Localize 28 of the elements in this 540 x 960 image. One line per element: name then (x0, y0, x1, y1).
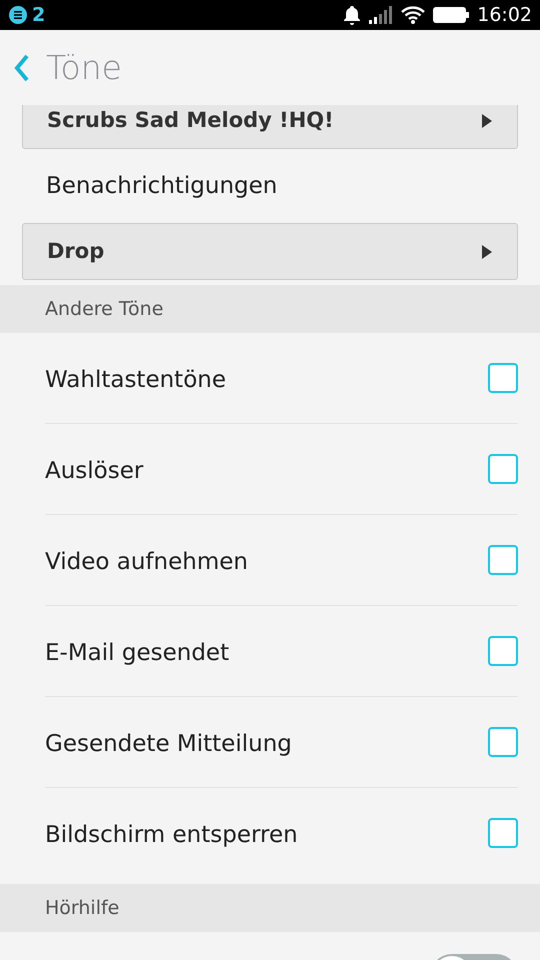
page-title: Töne (46, 46, 122, 89)
back-icon[interactable] (14, 52, 30, 82)
bell-icon (343, 5, 362, 25)
signal-icon (369, 6, 394, 24)
setting-label: Bildschirm entsperren (45, 821, 298, 850)
setting-label: Wahltastentöne (45, 366, 226, 395)
checkbox[interactable] (488, 636, 518, 666)
notification-count: 2 (32, 2, 46, 28)
section-header: Hörhilfe (0, 884, 540, 932)
checkbox[interactable] (488, 818, 518, 848)
checkbox[interactable] (488, 727, 518, 757)
setting-label: E-Mail gesendet (45, 639, 230, 668)
checkbox[interactable] (488, 545, 518, 575)
setting-label: Video aufnehmen (45, 548, 248, 577)
tone-select[interactable]: Drop (22, 223, 518, 280)
section-header: Andere Töne (0, 285, 540, 333)
setting-label: Gesendete Mitteilung (45, 730, 292, 759)
triangle-icon (481, 112, 493, 128)
battery-icon (433, 7, 470, 23)
notification-icon[interactable] (8, 5, 28, 25)
triangle-icon (481, 244, 493, 260)
clock: 16:02 (477, 2, 532, 28)
setting-label: Benachrichtigungen (45, 172, 278, 201)
tone-select[interactable]: Scrubs Sad Melody !HQ! (22, 105, 518, 149)
wifi-icon (401, 6, 426, 24)
checkbox[interactable] (488, 454, 518, 484)
checkbox[interactable] (488, 363, 518, 393)
setting-label: Auslöser (45, 457, 144, 486)
